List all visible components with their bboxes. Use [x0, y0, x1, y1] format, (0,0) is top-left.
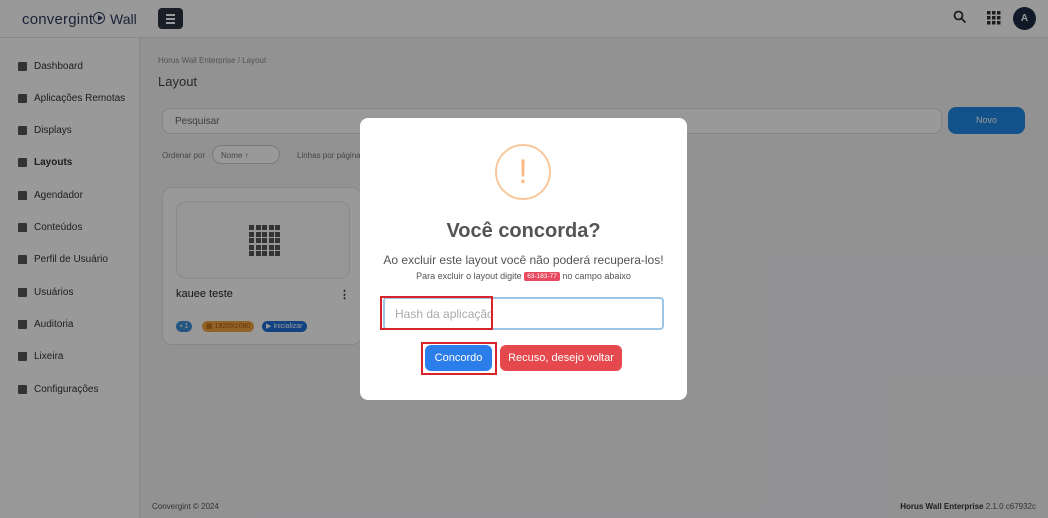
dialog-message: Ao excluir este layout você não poderá r… [383, 253, 664, 267]
warning-icon: ! [495, 144, 551, 200]
cancel-button[interactable]: Recuso, desejo voltar [500, 345, 622, 371]
instruction-prefix: Para excluir o layout digite [416, 271, 522, 281]
hash-input[interactable] [383, 297, 664, 330]
dialog-title: Você concorda? [446, 220, 601, 242]
instruction-suffix: no campo abaixo [562, 271, 631, 281]
confirm-dialog: ! Você concorda? Ao excluir este layout … [360, 118, 687, 400]
confirm-button[interactable]: Concordo [425, 345, 492, 371]
dialog-instruction: Para excluir o layout digite 63-183-77 n… [360, 271, 687, 282]
hash-code-badge: 63-183-77 [524, 272, 560, 282]
